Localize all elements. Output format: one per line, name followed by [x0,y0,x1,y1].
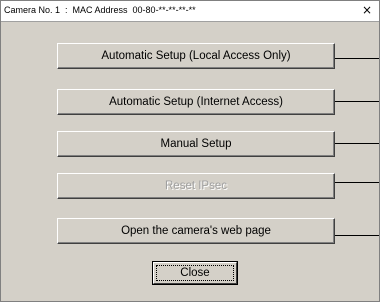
open-web-page-button[interactable]: Open the camera's web page [57,218,335,244]
reset-ipsec-button: Reset IPsec [57,173,335,199]
connector-line [335,182,379,183]
close-icon[interactable]: × [361,3,373,17]
camera-setup-dialog: Camera No. 1 : MAC Address 00-80-**-**-*… [0,0,380,302]
close-button-label: Close [180,267,210,279]
window-title: Camera No. 1 : MAC Address 00-80-**-**-*… [4,5,196,15]
close-button[interactable]: Close [152,261,238,285]
connector-line [335,143,379,144]
manual-setup-button[interactable]: Manual Setup [57,131,335,157]
connector-line [335,235,379,236]
connector-line [335,101,379,102]
automatic-setup-local-button[interactable]: Automatic Setup (Local Access Only) [57,43,335,69]
title-bar: Camera No. 1 : MAC Address 00-80-**-**-*… [1,1,379,22]
automatic-setup-internet-button[interactable]: Automatic Setup (Internet Access) [57,89,335,115]
connector-line [335,58,379,59]
